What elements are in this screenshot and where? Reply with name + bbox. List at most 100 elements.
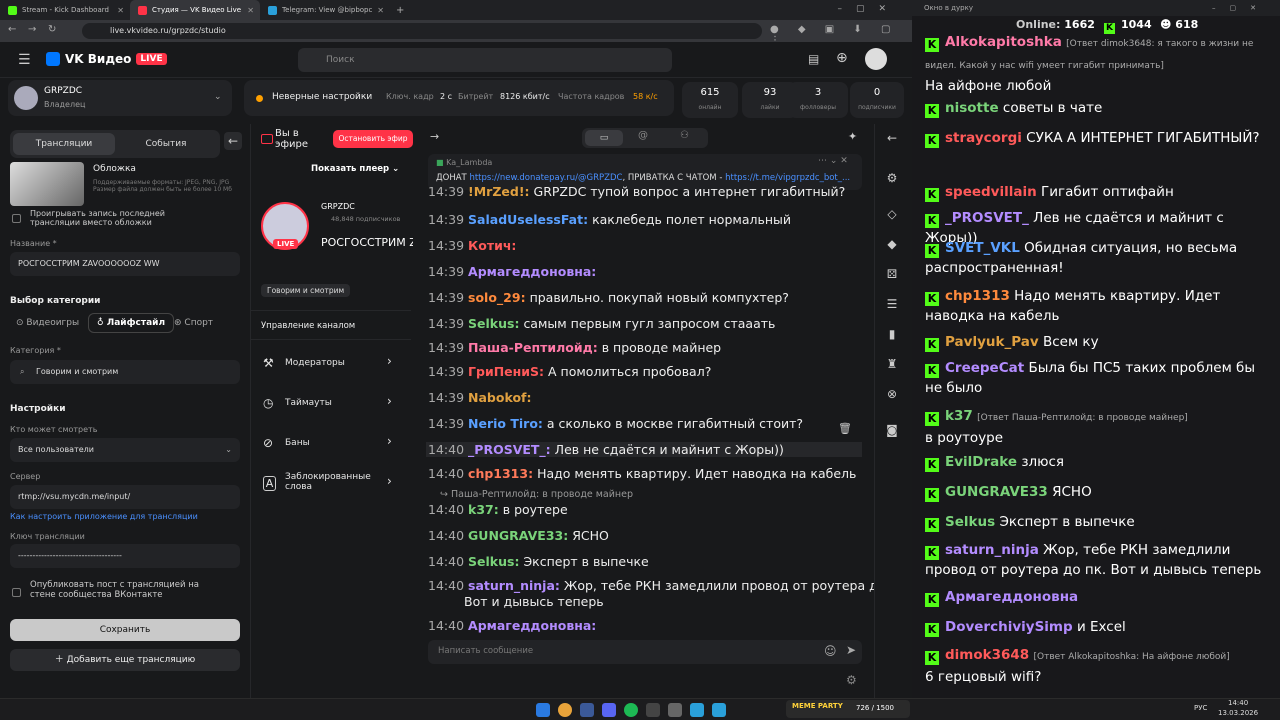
message-user[interactable]: Армагеддоновна: <box>468 618 596 633</box>
notifications-icon[interactable]: ▤ <box>808 52 819 66</box>
back-icon[interactable]: ← <box>8 24 16 35</box>
category-lifestyle-tab[interactable]: ♁ Лайфстайл <box>88 313 175 333</box>
trophy-icon[interactable]: ♜ <box>884 356 900 372</box>
tab-streams[interactable]: Трансляции <box>13 133 115 155</box>
category-input[interactable]: ⌕ Говорим и смотрим <box>10 360 240 384</box>
send-icon[interactable]: ➤ <box>846 643 856 657</box>
reload-icon[interactable]: ↻ <box>48 24 56 35</box>
url-field[interactable]: live.vkvideo.ru/grpzdc/studio <box>82 23 762 39</box>
menu-timeouts[interactable]: ◷ Таймауты › <box>251 390 411 422</box>
message-user[interactable]: !MrZed!: <box>468 184 530 199</box>
logo[interactable]: VK Видео LIVE <box>46 52 167 66</box>
more-icon[interactable]: ⋯ ⌄ ✕ <box>818 156 848 166</box>
message-user[interactable]: chp1313: <box>468 466 533 481</box>
new-tab-button[interactable]: + <box>396 5 404 16</box>
category-sport-tab[interactable]: ⊛ Спорт <box>174 318 213 328</box>
tab-telegram[interactable]: Telegram: View @bipbopc ✕ <box>260 0 390 20</box>
kick-username[interactable]: speedvillain <box>945 184 1037 200</box>
window-controls[interactable]: –▢✕ <box>1212 0 1270 16</box>
message-user[interactable]: Selkus: <box>468 316 519 331</box>
tab-kick[interactable]: Stream - Kick Dashboard ✕ <box>0 0 130 20</box>
avatar[interactable] <box>865 48 887 70</box>
tab-vk[interactable]: Студия — VK Видео Live ✕ <box>130 0 260 20</box>
message-user[interactable]: SaladUselessFat: <box>468 212 588 227</box>
kick-username[interactable]: Selkus <box>945 514 995 530</box>
chrome-icon[interactable] <box>558 703 572 717</box>
chat-icon[interactable]: ▭ <box>585 130 623 146</box>
menu-blocked-words[interactable]: A Заблокированные слова › <box>251 470 411 502</box>
kick-username[interactable]: SVET_VKL <box>945 240 1020 256</box>
message-user[interactable]: saturn_ninja: <box>468 578 560 593</box>
message-user[interactable]: ГриПениS: <box>468 364 544 379</box>
pin-icon[interactable]: ✦ <box>848 130 857 143</box>
close-icon[interactable]: ✕ <box>247 6 254 15</box>
app-icon[interactable] <box>668 703 682 717</box>
message-user[interactable]: Selkus: <box>468 554 519 569</box>
pinned-link[interactable]: https://new.donatepay.ru/@GRPZDC <box>469 173 622 183</box>
settings-icon[interactable]: ⚙ <box>846 673 857 687</box>
category-games-tab[interactable]: ⊙ Видеоигры <box>16 318 79 328</box>
add-icon[interactable]: ⊕ <box>836 50 848 66</box>
dice-icon[interactable]: ⚄ <box>884 266 900 282</box>
search-input[interactable]: Поиск <box>298 48 672 72</box>
expand-icon[interactable]: → <box>430 130 439 143</box>
kick-username[interactable]: saturn_ninja <box>945 542 1039 558</box>
publish-checkbox[interactable] <box>12 588 21 597</box>
window-controls[interactable]: –▢✕ <box>837 4 900 14</box>
close-icon[interactable]: ✕ <box>377 6 384 15</box>
game-widget[interactable]: MEME PARTY 726 / 1500 <box>786 700 910 718</box>
chat-input[interactable]: Написать сообщение ☺ ➤ <box>428 640 862 664</box>
kick-username[interactable]: CreepeCat <box>945 360 1024 376</box>
app-icon[interactable] <box>712 703 726 717</box>
diamond-icon[interactable]: ◆ <box>884 236 900 252</box>
kick-username[interactable]: DoverchiviySimp <box>945 619 1073 635</box>
save-button[interactable]: Сохранить <box>10 619 240 641</box>
message-user[interactable]: Котич: <box>468 238 516 253</box>
message-user[interactable]: solo_29: <box>468 290 526 305</box>
pinned-link[interactable]: https://t.me/vipgrpzdc_bot_... <box>725 173 850 183</box>
kick-username[interactable]: k37 <box>945 408 973 424</box>
gear-icon[interactable]: ⚙ <box>884 170 900 186</box>
discord-icon[interactable] <box>602 703 616 717</box>
add-stream-button[interactable]: ＋ Добавить еще трансляцию <box>10 649 240 671</box>
message-user[interactable]: Паша-Рептилойд: <box>468 340 598 355</box>
stream-key-input[interactable]: ------------------------------------ <box>10 544 240 568</box>
replay-checkbox[interactable] <box>12 214 21 223</box>
message-user[interactable]: Армагеддоновна: <box>468 264 596 279</box>
windows-start-icon[interactable] <box>536 703 550 717</box>
close-icon[interactable]: ✕ <box>117 6 124 15</box>
chart-icon[interactable]: ▮ <box>884 326 900 342</box>
clock-time[interactable]: 14:40 <box>1228 699 1248 707</box>
message-user[interactable]: GUNGRAVE33: <box>468 528 568 543</box>
obs-icon[interactable]: ◙ <box>884 422 900 438</box>
stream-name-input[interactable]: РОСГОССТРИМ ZAVOOOOOOZ WW <box>10 252 240 276</box>
close-circle-icon[interactable]: ⊗ <box>884 386 900 402</box>
delete-icon[interactable]: 🗑 <box>838 422 852 435</box>
message-user[interactable]: k37: <box>468 502 499 517</box>
language-indicator[interactable]: РУС <box>1194 704 1207 712</box>
collapse-icon[interactable]: ← <box>224 132 242 150</box>
server-input[interactable]: rtmp://vsu.mycdn.me/input/ <box>10 485 240 509</box>
message-user[interactable]: _PROSVET_: <box>468 442 551 457</box>
emoji-icon[interactable]: ☺ <box>824 644 837 658</box>
show-player-button[interactable]: Показать плеер ⌄ <box>311 164 399 174</box>
setup-link[interactable]: Как настроить приложение для трансляции <box>10 512 198 521</box>
kick-username[interactable]: nisotte <box>945 100 999 116</box>
clock-date[interactable]: 13.03.2026 <box>1218 709 1258 717</box>
back-arrow-icon[interactable]: ← <box>884 130 900 146</box>
app-icon[interactable] <box>580 703 594 717</box>
kick-username[interactable]: Армагеддоновна <box>945 589 1078 605</box>
spotify-icon[interactable] <box>624 703 638 717</box>
cover-thumbnail[interactable] <box>10 162 84 206</box>
channel-selector[interactable]: GRPZDC Владелец ⌄ <box>8 80 232 116</box>
menu-icon[interactable]: ☰ <box>18 52 31 68</box>
menu-moderators[interactable]: ⚒ Модераторы › <box>251 350 411 382</box>
kick-username[interactable]: EvilDrake <box>945 454 1017 470</box>
stop-stream-button[interactable]: Остановить эфир <box>333 130 413 148</box>
telegram-icon[interactable] <box>690 703 704 717</box>
menu-bans[interactable]: ⊘ Баны › <box>251 430 411 462</box>
message-user[interactable]: Nabokof: <box>468 390 531 405</box>
kick-username[interactable]: chp1313 <box>945 288 1010 304</box>
obs-taskbar-icon[interactable] <box>646 703 660 717</box>
kick-username[interactable]: GUNGRAVE33 <box>945 484 1048 500</box>
